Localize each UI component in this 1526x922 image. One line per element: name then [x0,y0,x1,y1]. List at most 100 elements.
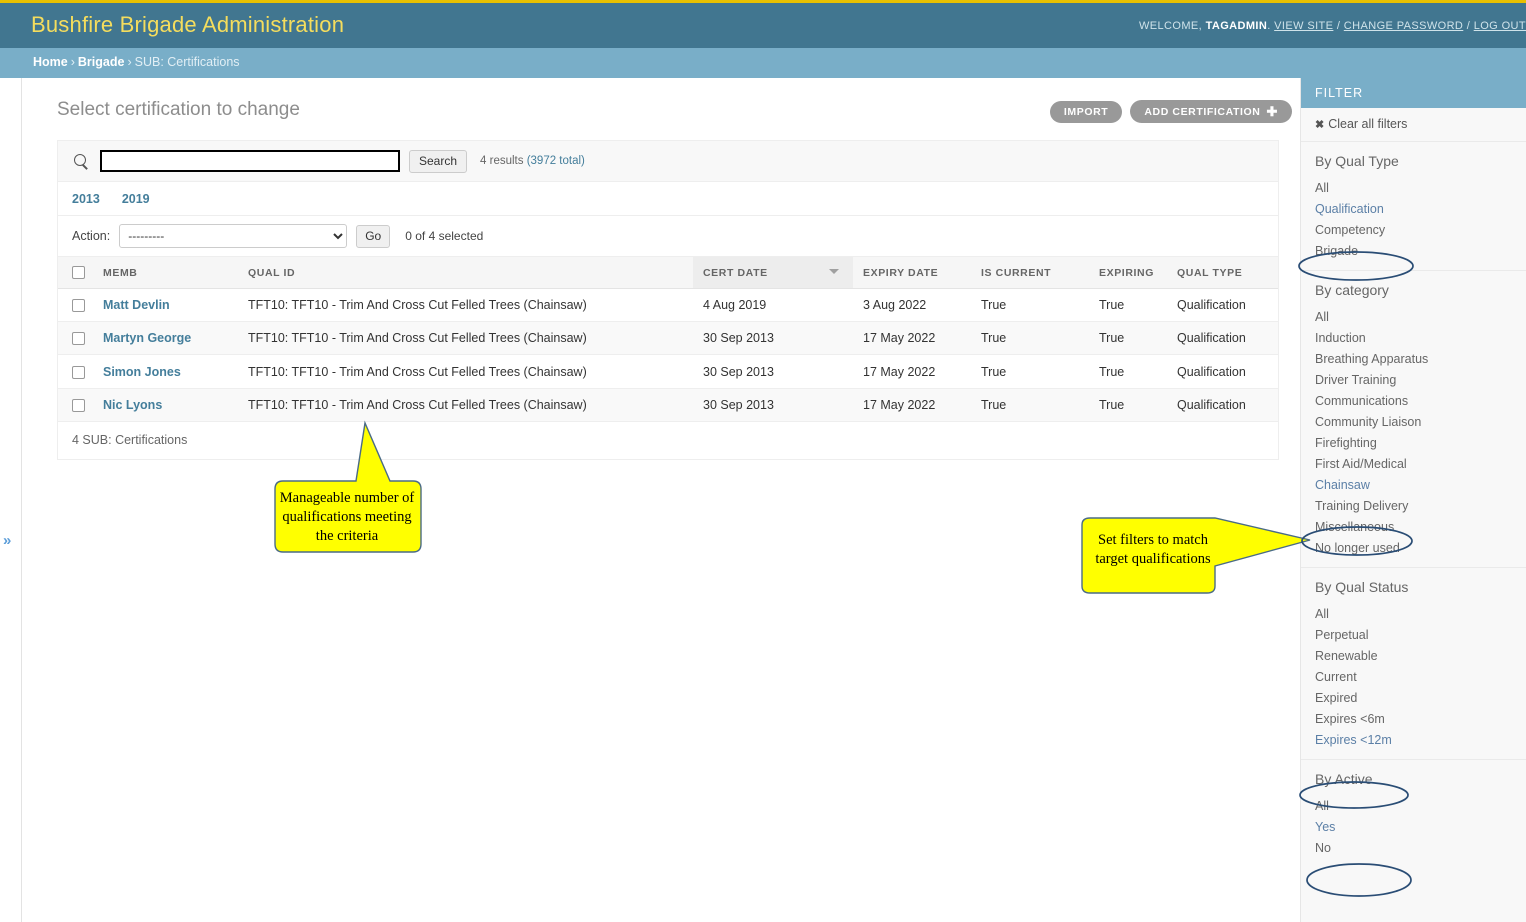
filter-group-title: By Qual Type [1315,153,1399,169]
changelist-module: Search 4 results (3972 total) 2013 2019 A… [57,140,1279,460]
filter-option[interactable]: Induction [1301,327,1526,348]
filter-option-perpetual[interactable]: Perpetual [1301,624,1526,645]
breadcrumb-brigade[interactable]: Brigade [78,55,125,69]
search-input[interactable] [100,150,400,172]
filter-option-yes[interactable]: Yes [1301,816,1526,837]
cell-cert-date: 30 Sep 2013 [693,354,853,389]
filter-option[interactable]: Competency [1301,219,1526,240]
memb-link[interactable]: Nic Lyons [103,398,162,412]
filter-option[interactable]: First Aid/Medical [1301,453,1526,474]
filter-option-expired[interactable]: Expired [1301,687,1526,708]
filter-option[interactable]: All [1301,603,1526,624]
action-go-button[interactable]: Go [356,224,391,248]
search-button[interactable]: Search [409,149,468,173]
filter-option[interactable]: Perpetual [1301,624,1526,645]
filter-option-competency[interactable]: Competency [1301,219,1526,240]
column-header-cert-date[interactable]: CERT DATE [693,257,853,289]
column-header-memb[interactable]: MEMB [93,257,238,289]
filter-option-expires-12m[interactable]: Expires <12m [1301,729,1526,750]
clear-all-filters-link[interactable]: Clear all filters [1328,117,1407,131]
column-header-qual-type[interactable]: QUAL TYPE [1167,257,1278,289]
filter-option[interactable]: Driver Training [1301,369,1526,390]
filter-option[interactable]: Qualification [1301,198,1526,219]
filter-option-expires-6m[interactable]: Expires <6m [1301,708,1526,729]
filter-option[interactable]: Brigade [1301,240,1526,261]
filter-option-brigade[interactable]: Brigade [1301,240,1526,261]
add-certification-button[interactable]: ADD CERTIFICATION ✚ [1130,100,1292,123]
filter-option[interactable]: Expires <6m [1301,708,1526,729]
filter-option-firefighting[interactable]: Firefighting [1301,432,1526,453]
column-header-expiry-date[interactable]: EXPIRY DATE [853,257,971,289]
filter-option-driver-training[interactable]: Driver Training [1301,369,1526,390]
filter-option-no[interactable]: No [1301,837,1526,858]
filter-option[interactable]: Chainsaw [1301,474,1526,495]
clear-all-filters[interactable]: ✖ Clear all filters [1301,108,1526,142]
breadcrumb-separator-1: › [70,55,75,69]
sort-descending-icon[interactable] [829,269,839,274]
log-out-link[interactable]: LOG OUT [1474,20,1526,32]
row-checkbox[interactable] [72,398,85,412]
filter-option[interactable]: Renewable [1301,645,1526,666]
filter-option[interactable]: Expires <12m [1301,729,1526,750]
user-tools: WELCOME, TAGADMIN. VIEW SITE / CHANGE PA… [1139,20,1526,32]
column-header-qual-id[interactable]: QUAL ID [238,257,693,289]
column-header-expiring[interactable]: EXPIRING [1089,257,1167,289]
filter-option-miscellaneous[interactable]: Miscellaneous [1301,516,1526,537]
column-header-cert-date-label: CERT DATE [703,266,768,279]
cell-qual-type: Qualification [1167,321,1278,356]
filter-option[interactable]: All [1301,795,1526,816]
filter-option[interactable]: Training Delivery [1301,495,1526,516]
view-site-link[interactable]: VIEW SITE [1274,20,1333,32]
filter-option[interactable]: Firefighting [1301,432,1526,453]
filter-option-communications[interactable]: Communications [1301,390,1526,411]
filter-option[interactable]: Communications [1301,390,1526,411]
filter-option-induction[interactable]: Induction [1301,327,1526,348]
table-row: Matt Devlin TFT10: TFT10 - Trim And Cros… [58,288,1278,323]
filter-option-community-liaison[interactable]: Community Liaison [1301,411,1526,432]
filter-option[interactable]: Current [1301,666,1526,687]
filter-option[interactable]: Miscellaneous [1301,516,1526,537]
cell-qual-id: TFT10: TFT10 - Trim And Cross Cut Felled… [238,388,693,422]
clear-icon: ✖ [1315,119,1325,131]
filter-option[interactable]: All [1301,306,1526,327]
filter-option-qualification[interactable]: Qualification [1301,198,1526,219]
action-select[interactable]: --------- [119,224,348,248]
expand-sidebar-icon[interactable]: » [3,533,11,548]
row-checkbox[interactable] [72,365,85,379]
filter-option[interactable]: Expired [1301,687,1526,708]
date-year-2013[interactable]: 2013 [72,192,100,206]
breadcrumb-separator-2: › [127,55,132,69]
filter-option-all[interactable]: All [1301,795,1526,816]
memb-link[interactable]: Matt Devlin [103,298,170,312]
filter-option-renewable[interactable]: Renewable [1301,645,1526,666]
filter-option-training-delivery[interactable]: Training Delivery [1301,495,1526,516]
date-year-2019[interactable]: 2019 [122,192,150,206]
row-checkbox[interactable] [72,299,85,313]
filter-header: FILTER [1301,78,1526,108]
column-header-is-current[interactable]: IS CURRENT [971,257,1089,289]
breadcrumb-home[interactable]: Home [33,55,68,69]
filter-option[interactable]: Breathing Apparatus [1301,348,1526,369]
cell-expiry-date: 17 May 2022 [853,354,971,389]
memb-link[interactable]: Martyn George [103,331,191,345]
filter-option-all[interactable]: All [1301,603,1526,624]
row-checkbox[interactable] [72,332,85,346]
filter-option[interactable]: Community Liaison [1301,411,1526,432]
selected-count: 0 of 4 selected [405,229,484,243]
import-button[interactable]: IMPORT [1049,100,1123,123]
filter-option-all[interactable]: All [1301,177,1526,198]
filter-option[interactable]: No longer used [1301,537,1526,558]
select-all-checkbox[interactable] [72,266,85,279]
filter-option[interactable]: All [1301,177,1526,198]
site-header: Bushfire Brigade Administration WELCOME,… [0,3,1526,48]
filter-option[interactable]: No [1301,837,1526,858]
memb-link[interactable]: Simon Jones [103,365,181,379]
filter-option-chainsaw[interactable]: Chainsaw [1301,474,1526,495]
filter-option-all[interactable]: All [1301,306,1526,327]
change-password-link[interactable]: CHANGE PASSWORD [1344,20,1463,32]
filter-option-current[interactable]: Current [1301,666,1526,687]
filter-option[interactable]: Yes [1301,816,1526,837]
filter-option-no-longer-used[interactable]: No longer used [1301,537,1526,558]
filter-option-breathing-apparatus[interactable]: Breathing Apparatus [1301,348,1526,369]
filter-option-first-aid-medical[interactable]: First Aid/Medical [1301,453,1526,474]
